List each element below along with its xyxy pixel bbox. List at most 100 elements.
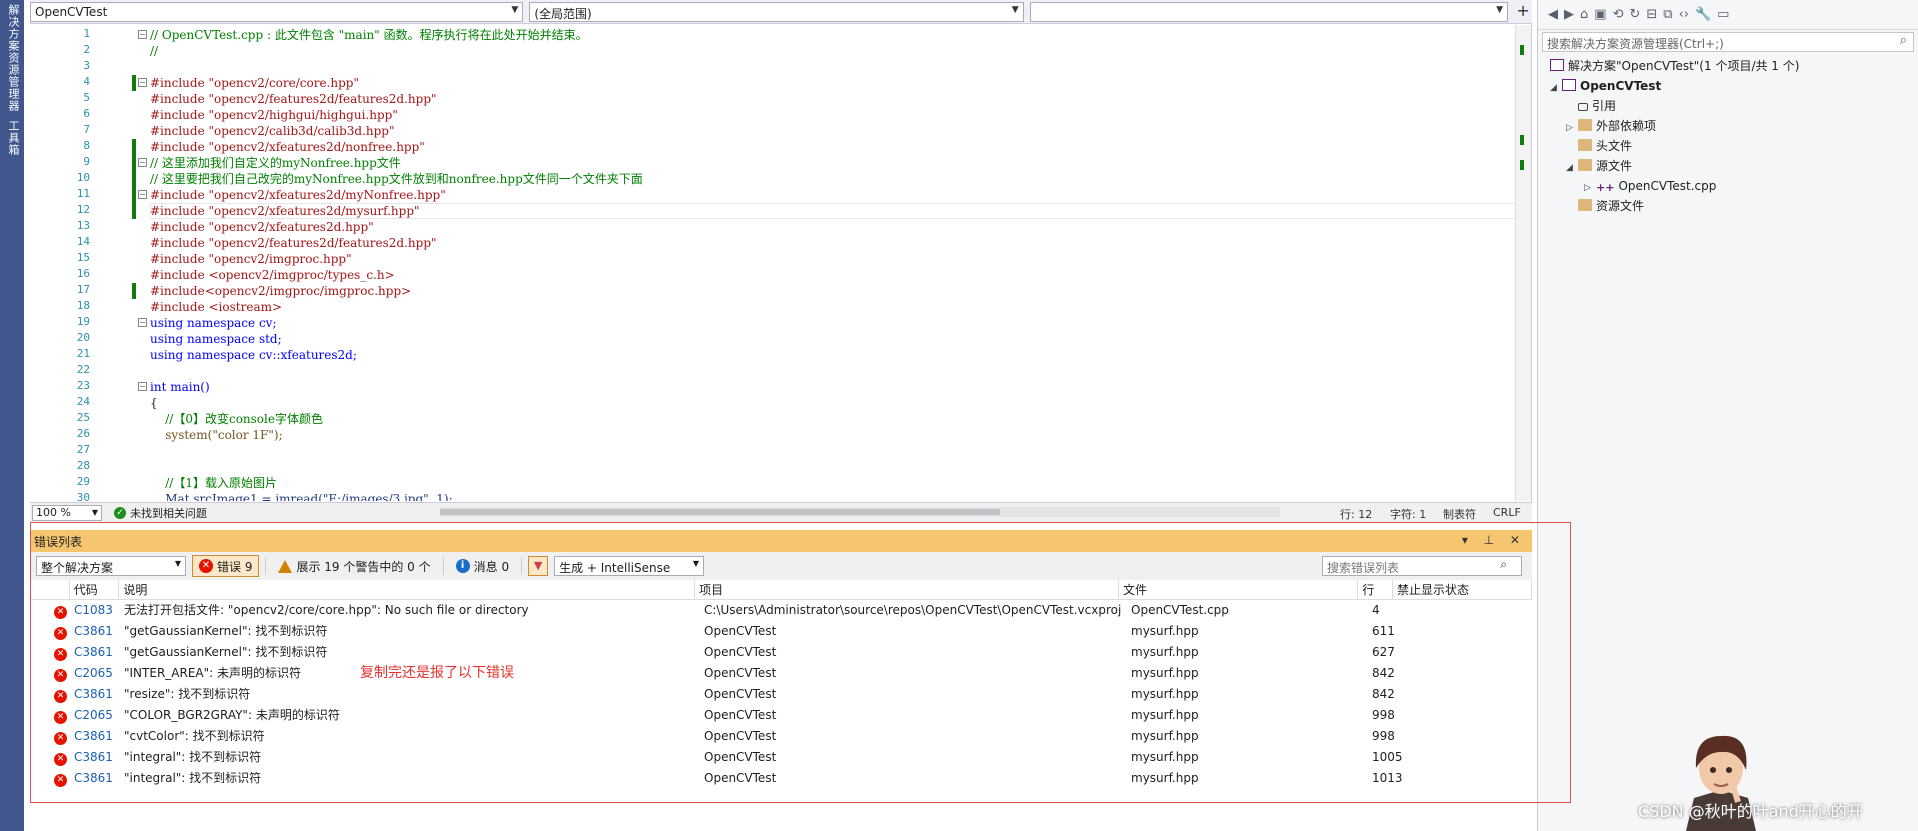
code-line[interactable]: #include <opencv2/imgproc/types_c.h>: [150, 267, 395, 283]
code-line[interactable]: #include<opencv2/imgproc/imgproc.hpp>: [150, 283, 411, 299]
issues-status[interactable]: 未找到相关问题: [130, 505, 207, 521]
error-code[interactable]: C3861: [70, 642, 120, 663]
code-line[interactable]: // 这里添加我们自定义的myNonfree.hpp文件: [150, 155, 401, 171]
error-row[interactable]: ✕ C3861 "cvtColor": 找不到标识符 OpenCVTest mysurf…: [30, 726, 1532, 747]
code-line[interactable]: //【0】改变console字体颜色: [150, 411, 323, 427]
code-line[interactable]: #include "opencv2/xfeatures2d/myNonfree.…: [150, 187, 446, 203]
error-row[interactable]: ✕ C1083 无法打开包括文件: "opencv2/core/core.hpp":…: [30, 600, 1532, 621]
code-line[interactable]: using namespace std;: [150, 331, 282, 347]
code-line[interactable]: #include "opencv2/xfeatures2d/nonfree.hp…: [150, 139, 425, 155]
back-icon[interactable]: ◀: [1548, 7, 1558, 22]
fold-toggle-icon[interactable]: −: [138, 30, 147, 39]
code-line[interactable]: #include "opencv2/imgproc.hpp": [150, 251, 352, 267]
show-all-files-icon[interactable]: ⧉: [1663, 7, 1672, 22]
search-icon[interactable]: ⌕: [1500, 557, 1507, 572]
vertical-scrollbar[interactable]: [1515, 25, 1531, 501]
code-line[interactable]: #include "opencv2/xfeatures2d/mysurf.hpp…: [150, 203, 420, 219]
code-line[interactable]: using namespace cv::xfeatures2d;: [150, 347, 357, 363]
switch-views-icon[interactable]: ▣: [1594, 7, 1606, 22]
collapse-all-icon[interactable]: ⊟: [1646, 7, 1657, 22]
code-view-icon[interactable]: ‹›: [1679, 7, 1689, 22]
code-line[interactable]: //【1】载入原始图片: [150, 475, 277, 491]
error-row[interactable]: ✕ C3861 "integral": 找不到标识符 OpenCVTest mysurf…: [30, 768, 1532, 789]
error-code[interactable]: C3861: [70, 768, 120, 789]
error-code[interactable]: C2065: [70, 705, 120, 726]
scope-filter-combo[interactable]: 整个解决方案 ▼: [36, 556, 186, 576]
code-line[interactable]: #include "opencv2/core/core.hpp": [150, 75, 359, 91]
preview-icon[interactable]: ▭: [1717, 7, 1729, 22]
zoom-combo[interactable]: 100 % ▼: [32, 504, 102, 521]
fold-toggle-icon[interactable]: −: [138, 190, 147, 199]
error-search-input[interactable]: 搜索错误列表 ⌕: [1322, 556, 1522, 576]
split-plus-icon[interactable]: +: [1514, 2, 1532, 22]
search-icon[interactable]: ⌕: [1900, 33, 1907, 48]
tree-solution[interactable]: 解决方案"OpenCVTest"(1 个项目/共 1 个): [1550, 56, 1799, 76]
fold-toggle-icon[interactable]: −: [138, 78, 147, 87]
horizontal-scrollbar[interactable]: [440, 507, 1280, 517]
error-code[interactable]: C3861: [70, 726, 120, 747]
solution-search-input[interactable]: 搜索解决方案资源管理器(Ctrl+;) ⌕: [1542, 32, 1914, 52]
column-header-file[interactable]: 文件: [1119, 580, 1359, 599]
icon-column-header[interactable]: [30, 580, 70, 599]
project-combo[interactable]: OpenCVTest ▼: [30, 2, 524, 22]
code-line[interactable]: using namespace cv;: [150, 315, 277, 331]
code-line[interactable]: #include "opencv2/highgui/highgui.hpp": [150, 107, 398, 123]
code-line[interactable]: //: [150, 43, 158, 59]
error-row[interactable]: ✕ C2065 "INTER_AREA": 未声明的标识符 OpenCVTest mys…: [30, 663, 1532, 684]
code-line[interactable]: #include "opencv2/xfeatures2d.hpp": [150, 219, 374, 235]
code-line[interactable]: // OpenCVTest.cpp : 此文件包含 "main" 函数。程序执行…: [150, 27, 588, 43]
pending-changes-icon[interactable]: ⟲: [1613, 7, 1624, 22]
fold-toggle-icon[interactable]: −: [138, 158, 147, 167]
error-code[interactable]: C3861: [70, 684, 120, 705]
status-eol[interactable]: CRLF: [1493, 506, 1521, 519]
tree-item-header-files[interactable]: 头文件: [1578, 136, 1632, 156]
error-row[interactable]: ✕ C3861 "resize": 找不到标识符 OpenCVTest mysurf.h…: [30, 684, 1532, 705]
column-header-line[interactable]: 行: [1358, 580, 1394, 599]
code-line[interactable]: #include "opencv2/calib3d/calib3d.hpp": [150, 123, 395, 139]
expand-arrow-icon[interactable]: ▷: [1584, 178, 1596, 198]
code-line[interactable]: system("color 1F");: [150, 427, 282, 443]
warnings-filter-button[interactable]: 展示 19 个警告中的 0 个: [272, 555, 436, 577]
column-header-project[interactable]: 项目: [695, 580, 1119, 599]
code-line[interactable]: int main(): [150, 379, 210, 395]
tree-item-source-file[interactable]: ▷ ++ OpenCVTest.cpp: [1584, 176, 1716, 196]
scrollbar-thumb[interactable]: [440, 509, 1000, 515]
messages-filter-button[interactable]: i 消息 0: [450, 555, 515, 577]
member-combo[interactable]: ▼: [1029, 2, 1509, 22]
code-line[interactable]: #include <iostream>: [150, 299, 282, 315]
tree-item-external-deps[interactable]: ▷ 外部依赖项: [1566, 116, 1656, 136]
window-controls[interactable]: ▾ ⊥ ✕: [1462, 533, 1526, 547]
scope-combo[interactable]: (全局范围) ▼: [529, 2, 1024, 22]
tree-item-resource-files[interactable]: 资源文件: [1578, 196, 1644, 216]
code-area[interactable]: −// OpenCVTest.cpp : 此文件包含 "main" 函数。程序执…: [118, 25, 1518, 501]
collapse-arrow-icon[interactable]: ◢: [1550, 78, 1562, 98]
code-line[interactable]: {: [150, 395, 158, 411]
code-line[interactable]: #include "opencv2/features2d/features2d.…: [150, 235, 437, 251]
error-code[interactable]: C3861: [70, 621, 120, 642]
code-line[interactable]: Mat srcImage1 = imread("E:/images/3.jpg"…: [150, 491, 452, 501]
error-row[interactable]: ✕ C3861 "getGaussianKernel": 找不到标识符 OpenCVT…: [30, 621, 1532, 642]
column-header-description[interactable]: 说明: [119, 580, 696, 599]
solution-explorer-side-tab[interactable]: 解决方案资源管理器: [0, 0, 26, 116]
fold-toggle-icon[interactable]: −: [138, 318, 147, 327]
error-code[interactable]: C3861: [70, 747, 120, 768]
properties-wrench-icon[interactable]: 🔧: [1695, 7, 1711, 22]
filter-funnel-icon[interactable]: ▼: [528, 556, 549, 576]
column-header-suppression[interactable]: 禁止显示状态: [1393, 580, 1533, 599]
error-code[interactable]: C2065: [70, 663, 120, 684]
error-code[interactable]: C1083: [70, 600, 120, 621]
tree-project[interactable]: ◢ OpenCVTest: [1550, 76, 1661, 96]
error-row[interactable]: ✕ C2065 "COLOR_BGR2GRAY": 未声明的标识符 OpenCVTes…: [30, 705, 1532, 726]
error-row[interactable]: ✕ C3861 "integral": 找不到标识符 OpenCVTest mysurf…: [30, 747, 1532, 768]
code-line[interactable]: // 这里要把我们自己改完的myNonfree.hpp文件放到和nonfree.…: [150, 171, 643, 187]
forward-icon[interactable]: ▶: [1564, 7, 1574, 22]
errors-filter-button[interactable]: ✕ 错误 9: [192, 555, 260, 577]
code-line[interactable]: #include "opencv2/features2d/features2d.…: [150, 91, 437, 107]
fold-toggle-icon[interactable]: −: [138, 382, 147, 391]
expand-arrow-icon[interactable]: ▷: [1566, 118, 1578, 138]
toolbox-side-tab[interactable]: 工具箱: [0, 116, 26, 160]
tree-item-references[interactable]: 引用: [1578, 96, 1616, 116]
status-tab-mode[interactable]: 制表符: [1443, 506, 1476, 522]
build-filter-combo[interactable]: 生成 + IntelliSense ▼: [554, 556, 705, 576]
collapse-arrow-icon[interactable]: ◢: [1566, 158, 1578, 178]
